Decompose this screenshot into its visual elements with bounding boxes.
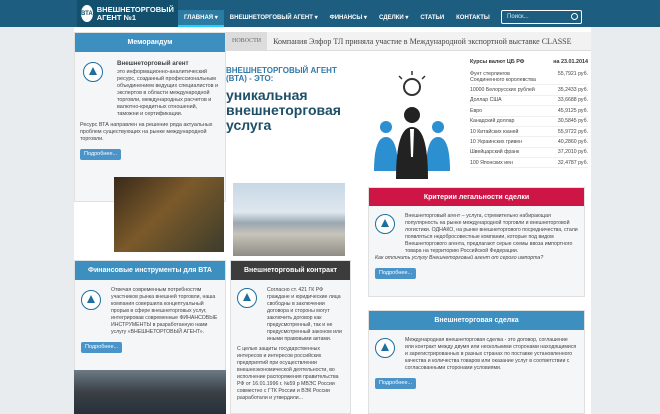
deal-more-button[interactable]: Подробнее... <box>375 378 417 389</box>
rate-row: Доллар США 33,6688 руб. <box>470 96 588 107</box>
finance-text: Отвечая современным потребностям участни… <box>111 287 218 335</box>
rates-title: Курсы валют ЦБ РФ <box>470 59 525 65</box>
main-content: Меморандум Внешнеторговый агент это инфо… <box>74 27 591 414</box>
legality-more-button[interactable]: Подробнее... <box>375 268 417 279</box>
news-ticker: НОВОСТИ Компания Элфор ТЛ приняла участи… <box>226 31 591 51</box>
meeting-photo <box>74 370 226 414</box>
rate-currency: Канадский доллар <box>470 118 515 125</box>
nav-articles[interactable]: СТАТЬИ <box>414 10 450 27</box>
rate-value: 30,5845 руб. <box>557 118 588 125</box>
news-headline[interactable]: Компания Элфор ТЛ приняла участие в Межд… <box>273 37 571 46</box>
rate-value: 37,2010 руб. <box>557 149 588 156</box>
contract-text-2: С целью защиты государственных интересов… <box>237 346 339 401</box>
rate-currency: Швейцарский франк <box>470 149 520 156</box>
finance-more-button[interactable]: Подробнее... <box>81 342 123 353</box>
search-icon[interactable] <box>571 13 578 20</box>
rate-value: 35,2433 руб. <box>557 87 588 94</box>
rate-row: 10 Украинских гривен 40,2860 руб. <box>470 137 588 148</box>
hero-large: уникальная внешнеторговая услуга <box>226 87 341 133</box>
legality-panel: Критерии легальности сделки Внешнеторгов… <box>368 187 585 297</box>
legality-text: Внешнеторговый агент – услуга, стремител… <box>405 213 578 254</box>
hero-text: ВНЕШНЕТОРГОВЫЙ АГЕНТ (ВТА) - ЭТО: уникал… <box>226 67 356 197</box>
nav-deals[interactable]: СДЕЛКИ ▾ <box>373 10 414 27</box>
rate-value: 33,6688 руб. <box>557 97 588 104</box>
nav-contacts[interactable]: КОНТАКТЫ <box>450 10 496 27</box>
people-illustration <box>374 71 450 179</box>
rate-value: 45,9125 руб. <box>557 107 588 114</box>
vta-logo-icon <box>83 62 103 82</box>
money-photo <box>114 177 224 252</box>
finance-panel: Финансовые инструменты для ВТА Отвечая с… <box>74 260 226 384</box>
rate-currency: 10000 Белорусских рублей <box>470 87 535 94</box>
rate-row: 10 Китайских юаней 55,9722 руб. <box>470 127 588 138</box>
rate-currency: Евро <box>470 107 482 114</box>
nav-finance[interactable]: ФИНАНСЫ ▾ <box>324 10 373 27</box>
rate-row: 10000 Белорусских рублей 35,2433 руб. <box>470 85 588 96</box>
rate-currency: 10 Китайских юаней <box>470 128 519 135</box>
contract-title: Внешнеторговый контракт <box>231 261 350 280</box>
rate-value: 40,2860 руб. <box>557 138 588 145</box>
deal-panel: Внешнеторговая сделка Международная внеш… <box>368 310 585 414</box>
contract-panel: Внешнеторговый контракт Согласно ст. 421… <box>230 260 351 414</box>
rate-currency: 100 Японских иен <box>470 159 513 166</box>
rate-row: Фунт стерлингов Соединенного королевства… <box>470 69 588 86</box>
site-logo[interactable]: ВТА ВНЕШНЕТОРГОВЫЙ АГЕНТ №1 <box>77 0 178 29</box>
rate-row: Швейцарский франк 37,2010 руб. <box>470 148 588 158</box>
search-input[interactable]: Поиск... <box>501 10 582 24</box>
legality-title: Критерии легальности сделки <box>369 188 584 206</box>
main-nav: ГЛАВНАЯ ▾ ВНЕШНЕТОРГОВЫЙ АГЕНТ ▾ ФИНАНСЫ… <box>178 10 541 27</box>
vta-logo-icon <box>237 288 257 308</box>
logo-text: ВНЕШНЕТОРГОВЫЙ АГЕНТ №1 <box>96 4 174 22</box>
rate-currency: Доллар США <box>470 97 502 104</box>
finance-title: Финансовые инструменты для ВТА <box>75 261 225 280</box>
deal-text: Международная внешнеторговая сделка - эт… <box>405 337 577 371</box>
vta-logo-icon <box>81 290 101 310</box>
rate-currency: Фунт стерлингов Соединенного королевства <box>470 70 536 83</box>
rates-date: на 23.01.2014 <box>553 59 588 65</box>
rate-value: 55,7921 руб. <box>557 70 588 77</box>
vta-logo-icon <box>375 338 395 358</box>
rate-row: Канадский доллар 30,5845 руб. <box>470 117 588 127</box>
city-photo <box>233 183 345 256</box>
rate-currency: 10 Украинских гривен <box>470 138 522 145</box>
rate-row: 100 Японских иен 32,4787 руб. <box>470 158 588 169</box>
hero-small: ВНЕШНЕТОРГОВЫЙ АГЕНТ (ВТА) - ЭТО: <box>226 66 337 83</box>
memorandum-title: Меморандум <box>75 33 225 52</box>
logo-mark: ВТА <box>81 5 93 22</box>
memo-more-button[interactable]: Подробнее... <box>80 149 122 160</box>
top-navbar: ВТА ВНЕШНЕТОРГОВЫЙ АГЕНТ №1 ГЛАВНАЯ ▾ ВН… <box>0 0 660 29</box>
nav-agent[interactable]: ВНЕШНЕТОРГОВЫЙ АГЕНТ ▾ <box>224 10 324 27</box>
deal-title: Внешнеторговая сделка <box>369 311 584 330</box>
exchange-rates: Курсы валют ЦБ РФ на 23.01.2014 Фунт сте… <box>470 59 588 169</box>
legality-question: Как отличить услугу Внешнеторговый агент… <box>375 255 544 261</box>
news-crumb[interactable]: НОВОСТИ <box>226 31 268 51</box>
rate-row: Евро 45,9125 руб. <box>470 106 588 117</box>
vta-logo-icon <box>375 214 395 234</box>
memo-text-2: Ресурс ВТА направлен на решение ряда акт… <box>80 122 213 142</box>
nav-home[interactable]: ГЛАВНАЯ ▾ <box>178 10 224 27</box>
rate-value: 32,4787 руб. <box>557 159 588 166</box>
rate-value: 55,9722 руб. <box>557 128 588 135</box>
